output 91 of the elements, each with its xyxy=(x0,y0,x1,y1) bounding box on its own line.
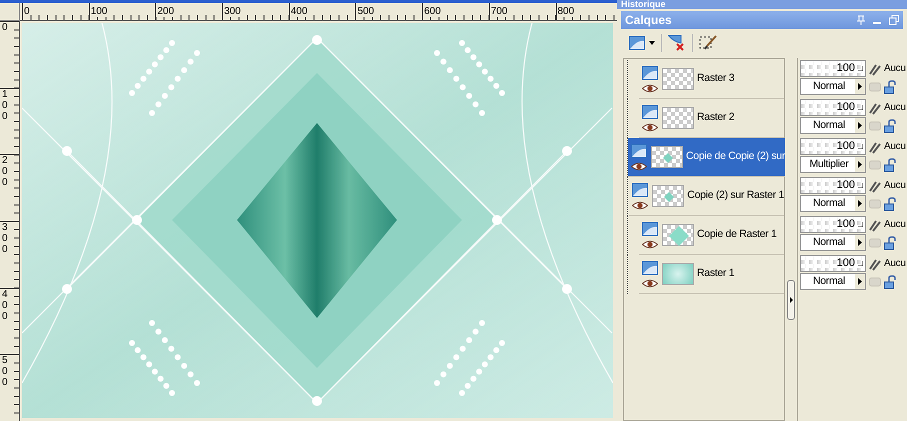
layer-thumbnail xyxy=(662,107,694,129)
slider-corner-icon xyxy=(858,183,863,188)
layer-row[interactable]: Raster 3 xyxy=(639,60,784,99)
layer-name: Copie de Raster 1 xyxy=(697,227,777,242)
lock-icon[interactable] xyxy=(884,236,896,250)
layer-icon[interactable] xyxy=(631,144,647,158)
caret-icon xyxy=(649,41,655,45)
mask-label: Aucu xyxy=(884,140,906,154)
ruler-label: 100 xyxy=(90,6,108,17)
layer-thumbnail xyxy=(662,224,694,246)
link-icon[interactable] xyxy=(868,256,882,270)
eye-icon[interactable] xyxy=(632,200,648,210)
ruler-label: 600 xyxy=(423,6,441,17)
eye-icon[interactable] xyxy=(642,278,658,288)
ruler-label: 800 xyxy=(556,6,574,17)
layer-thumbnail xyxy=(662,263,694,285)
layer-thumbnail xyxy=(651,146,683,168)
layer-row[interactable]: Copie (2) sur Raster 1 xyxy=(629,177,784,216)
lock-icon[interactable] xyxy=(884,80,896,94)
layer-row[interactable]: Raster 1 xyxy=(639,255,784,294)
ruler-label: 0 xyxy=(23,6,30,17)
expand-arrow-icon xyxy=(790,296,792,302)
link-icon[interactable] xyxy=(868,62,882,76)
opacity-field[interactable]: 100 xyxy=(800,255,866,272)
slider-corner-icon xyxy=(858,105,863,110)
layer-thumbnail xyxy=(652,185,684,207)
edit-selection-button[interactable] xyxy=(699,35,717,51)
lock-icon[interactable] xyxy=(884,196,896,210)
blend-mode-dropdown[interactable]: Normal xyxy=(800,117,866,134)
blend-mode-dropdown[interactable]: Normal xyxy=(800,234,866,251)
delete-layer-button[interactable] xyxy=(668,35,686,51)
mask-label: Aucu xyxy=(884,62,906,76)
layer-name: Copie (2) sur Raster 1 xyxy=(687,188,784,204)
lock-icon[interactable] xyxy=(884,118,896,132)
eye-icon[interactable] xyxy=(642,122,658,132)
delete-layer-icon xyxy=(668,35,686,51)
ruler-label: 500 xyxy=(356,6,374,17)
slider-corner-icon xyxy=(858,222,863,227)
mask-label: Aucu xyxy=(884,257,906,271)
restore-icon[interactable] xyxy=(889,15,899,25)
ruler-label: 400 xyxy=(290,6,308,17)
layer-icon[interactable] xyxy=(642,66,658,80)
layer-name: Raster 3 xyxy=(697,71,734,86)
layer-icon[interactable] xyxy=(642,222,658,236)
ruler-label: 0 xyxy=(2,22,9,33)
ruler-label: 200 xyxy=(2,155,9,188)
slider-corner-icon xyxy=(858,66,863,71)
layer-name: Raster 2 xyxy=(697,110,734,126)
mask-label: Aucu xyxy=(884,218,906,232)
ruler-label: 300 xyxy=(223,6,241,17)
layer-thumbnail xyxy=(662,68,694,90)
layer-icon[interactable] xyxy=(632,182,648,196)
slider-corner-icon xyxy=(858,144,863,149)
ruler-label: 200 xyxy=(156,6,174,17)
layer-name: Raster 1 xyxy=(697,266,734,282)
layer-icon xyxy=(629,36,647,50)
blend-mode-dropdown[interactable]: Normal xyxy=(800,78,866,95)
layer-icon[interactable] xyxy=(642,260,658,274)
panel-title: Historique xyxy=(621,0,666,9)
ruler-label: 400 xyxy=(2,288,9,322)
opacity-field[interactable]: 100 xyxy=(800,177,866,194)
selection-brush-icon xyxy=(699,35,717,51)
layer-icon[interactable] xyxy=(642,104,658,118)
pin-icon[interactable] xyxy=(857,15,865,25)
ruler-label: 300 xyxy=(2,222,9,255)
opacity-field[interactable]: 100 xyxy=(800,99,866,116)
link-icon[interactable] xyxy=(868,100,882,114)
panel-splitter-handle[interactable] xyxy=(787,280,795,320)
new-layer-button[interactable] xyxy=(629,36,655,50)
mask-label: Aucu xyxy=(884,179,906,193)
lock-icon[interactable] xyxy=(884,158,896,172)
link-icon[interactable] xyxy=(868,218,882,232)
link-icon[interactable] xyxy=(868,178,882,192)
opacity-field[interactable]: 100 xyxy=(800,60,866,77)
ruler-label: 700 xyxy=(490,6,508,17)
eye-icon[interactable] xyxy=(631,162,647,170)
link-icon[interactable] xyxy=(868,140,882,154)
blend-mode-dropdown[interactable]: Multiplier xyxy=(800,156,866,173)
ruler-label: 500 xyxy=(2,355,9,388)
panel-title: Calques xyxy=(625,12,673,29)
ruler-label: 100 xyxy=(2,88,9,122)
blend-mode-dropdown[interactable]: Normal xyxy=(800,195,866,212)
blend-mode-dropdown[interactable]: Normal xyxy=(800,273,866,290)
mask-label: Aucu xyxy=(884,101,906,115)
eye-icon[interactable] xyxy=(642,84,658,92)
slider-corner-icon xyxy=(858,261,863,266)
layer-row[interactable]: Copie de Raster 1 xyxy=(639,216,784,255)
eye-icon[interactable] xyxy=(642,240,658,248)
opacity-field[interactable]: 100 xyxy=(800,216,866,233)
lock-icon[interactable] xyxy=(884,274,896,288)
opacity-field[interactable]: 100 xyxy=(800,138,866,155)
